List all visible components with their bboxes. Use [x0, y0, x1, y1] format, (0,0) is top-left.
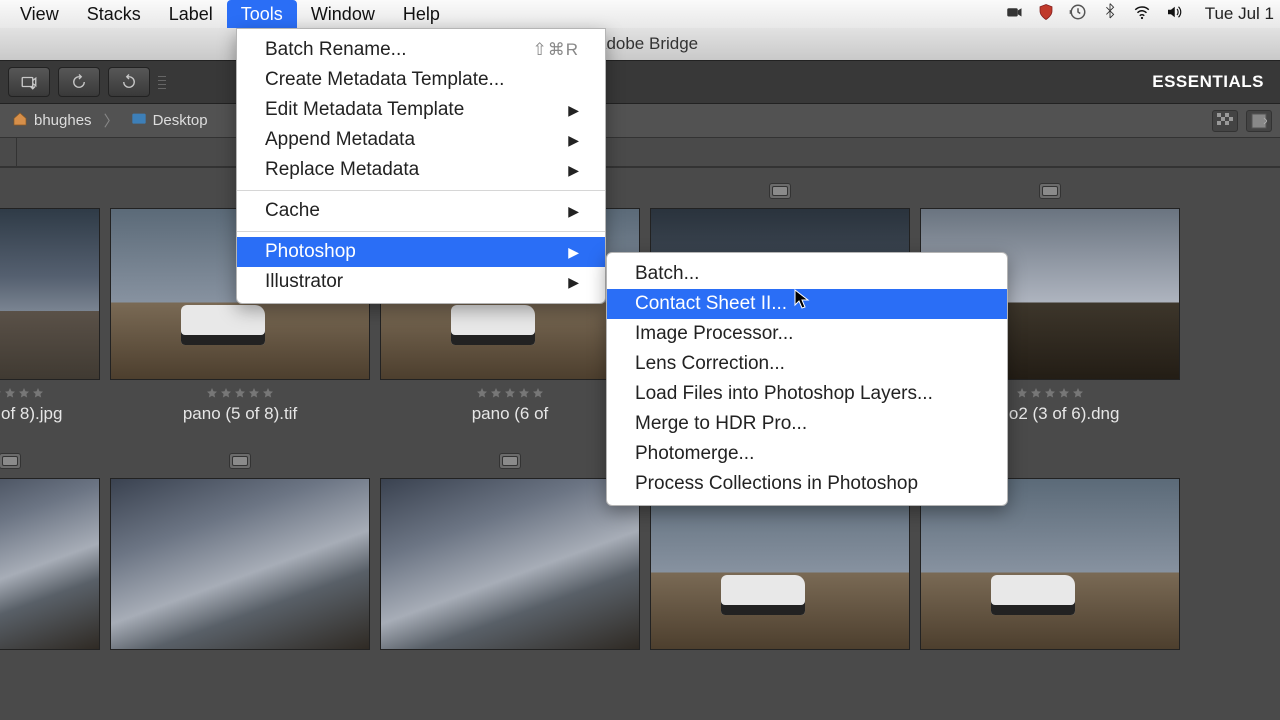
thumbnail-image[interactable] — [110, 478, 370, 650]
rotate-cw-button[interactable] — [108, 67, 150, 97]
menubar-status-area: Tue Jul 1 — [1005, 3, 1274, 26]
wifi-icon[interactable] — [1133, 3, 1151, 26]
path-home-label: bhughes — [34, 112, 92, 129]
submenu-arrow-icon: ▶ — [568, 244, 579, 261]
stack-badge-icon[interactable] — [0, 453, 21, 469]
menu-append-metadata[interactable]: Append Metadata▶ — [237, 125, 605, 155]
menubar: View Stacks Label Tools Window Help Tue … — [0, 0, 1280, 28]
time-machine-icon[interactable] — [1069, 3, 1087, 26]
submenu-photomerge[interactable]: Photomerge... — [607, 439, 1007, 469]
bluetooth-icon[interactable] — [1101, 3, 1119, 26]
menu-replace-metadata[interactable]: Replace Metadata▶ — [237, 155, 605, 185]
filter-tab[interactable] — [0, 138, 17, 166]
stack-badge-icon[interactable] — [1039, 183, 1061, 199]
path-desktop-label: Desktop — [153, 112, 208, 129]
submenu-load-files-layers[interactable]: Load Files into Photoshop Layers... — [607, 379, 1007, 409]
submenu-arrow-icon: ▶ — [568, 162, 579, 179]
rating-stars[interactable] — [0, 386, 44, 398]
menu-edit-metadata-template[interactable]: Edit Metadata Template▶ — [237, 95, 605, 125]
submenu-batch[interactable]: Batch... — [607, 259, 1007, 289]
menu-separator — [237, 190, 605, 191]
thumb-item[interactable]: no (1 of 8).jpg — [0, 180, 100, 424]
thumbnail-image[interactable] — [0, 208, 100, 380]
stack-badge-icon[interactable] — [229, 453, 251, 469]
menu-photoshop[interactable]: Photoshop▶ — [237, 237, 605, 267]
thumb-item[interactable] — [110, 450, 370, 650]
menu-help[interactable]: Help — [389, 0, 454, 28]
menu-stacks[interactable]: Stacks — [73, 0, 155, 28]
shortcut-label: ⇧⌘R — [532, 40, 579, 60]
thumbnail-image[interactable] — [0, 478, 100, 650]
file-name: pano (6 of — [472, 404, 549, 424]
path-sep: 〉 — [104, 110, 119, 131]
toolbar-grip — [158, 76, 166, 89]
thumb-item[interactable] — [380, 450, 640, 650]
camera-icon[interactable] — [1005, 3, 1023, 26]
volume-icon[interactable] — [1165, 3, 1183, 26]
window-titlebar: – Adobe Bridge — [0, 28, 1280, 60]
menu-cache[interactable]: Cache▶ — [237, 196, 605, 226]
menu-illustrator[interactable]: Illustrator▶ — [237, 267, 605, 297]
view-transparency-button[interactable] — [1212, 110, 1238, 132]
rotate-ccw-button[interactable] — [58, 67, 100, 97]
view-options-button[interactable] — [1246, 110, 1272, 132]
rating-stars[interactable] — [1016, 386, 1084, 398]
menu-view[interactable]: View — [6, 0, 73, 28]
path-desktop[interactable]: Desktop — [127, 109, 212, 133]
filter-tabstrip — [0, 138, 1280, 168]
shield-icon[interactable] — [1037, 3, 1055, 26]
menu-create-metadata-template[interactable]: Create Metadata Template... — [237, 65, 605, 95]
submenu-image-processor[interactable]: Image Processor... — [607, 319, 1007, 349]
workspace-label[interactable]: ESSENTIALS — [1152, 72, 1264, 92]
tools-menu: Batch Rename... ⇧⌘R Create Metadata Temp… — [236, 28, 606, 304]
menu-window[interactable]: Window — [297, 0, 389, 28]
menubar-clock[interactable]: Tue Jul 1 — [1205, 4, 1274, 24]
submenu-arrow-icon: ▶ — [568, 132, 579, 149]
menu-separator — [237, 231, 605, 232]
menu-label[interactable]: Label — [155, 0, 227, 28]
path-bar: bhughes 〉 Desktop — [0, 104, 1280, 138]
folder-icon — [131, 111, 147, 131]
submenu-arrow-icon: ▶ — [568, 274, 579, 291]
path-home[interactable]: bhughes — [8, 109, 96, 133]
rating-stars[interactable] — [206, 386, 274, 398]
file-name: no (1 of 8).jpg — [0, 404, 62, 424]
submenu-lens-correction[interactable]: Lens Correction... — [607, 349, 1007, 379]
menu-batch-rename[interactable]: Batch Rename... ⇧⌘R — [237, 35, 605, 65]
thumbnail-image[interactable] — [380, 478, 640, 650]
mouse-cursor-icon — [794, 289, 812, 311]
thumb-item[interactable] — [0, 450, 100, 650]
rating-stars[interactable] — [476, 386, 544, 398]
submenu-arrow-icon: ▶ — [568, 102, 579, 119]
stack-badge-icon[interactable] — [769, 183, 791, 199]
menu-tools[interactable]: Tools — [227, 0, 297, 28]
submenu-process-collections[interactable]: Process Collections in Photoshop — [607, 469, 1007, 499]
submenu-merge-hdr-pro[interactable]: Merge to HDR Pro... — [607, 409, 1007, 439]
submenu-arrow-icon: ▶ — [568, 203, 579, 220]
stack-badge-icon[interactable] — [499, 453, 521, 469]
home-icon — [12, 111, 28, 131]
file-name: pano (5 of 8).tif — [183, 404, 297, 424]
get-from-camera-button[interactable] — [8, 67, 50, 97]
toolbar: ESSENTIALS — [0, 60, 1280, 104]
